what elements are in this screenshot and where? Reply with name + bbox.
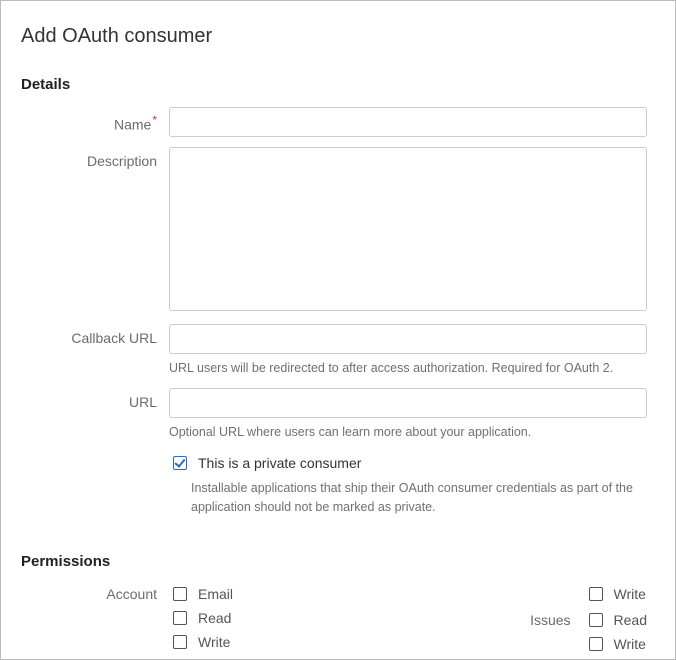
perm-label-email: Email xyxy=(198,586,233,602)
perm-col-right: Write Issues Read Write xyxy=(511,584,647,654)
checkbox-account-write[interactable] xyxy=(173,635,187,649)
help-url: Optional URL where users can learn more … xyxy=(169,424,647,442)
perm-account-read[interactable]: Read xyxy=(169,608,233,628)
row-url: URL Optional URL where users can learn m… xyxy=(21,388,647,442)
label-col-top-spacer xyxy=(511,584,571,602)
private-label: This is a private consumer xyxy=(198,455,361,471)
required-asterisk: * xyxy=(152,113,157,127)
help-private: Installable applications that ship their… xyxy=(191,479,647,517)
row-description: Description xyxy=(21,147,647,314)
perm-col-account: Email Read Write xyxy=(169,584,481,654)
label-description: Description xyxy=(21,147,169,169)
row-callback: Callback URL URL users will be redirecte… xyxy=(21,324,647,378)
help-callback: URL users will be redirected to after ac… xyxy=(169,360,647,378)
section-details: Details xyxy=(21,76,647,93)
checkbox-account-email[interactable] xyxy=(173,587,187,601)
name-input[interactable] xyxy=(169,107,647,137)
perm-top-write[interactable]: Write xyxy=(585,584,646,604)
checkbox-top-write[interactable] xyxy=(589,587,603,601)
callback-input[interactable] xyxy=(169,324,647,354)
section-permissions: Permissions xyxy=(21,553,647,570)
perm-label-issues-write: Write xyxy=(614,636,646,652)
private-checkbox[interactable] xyxy=(173,456,187,470)
row-name: Name* xyxy=(21,107,647,137)
label-account: Account xyxy=(21,584,169,654)
label-issues: Issues xyxy=(511,610,571,628)
perm-col-issues: Issues Read Write xyxy=(511,610,647,654)
description-input[interactable] xyxy=(169,147,647,311)
label-url: URL xyxy=(21,388,169,410)
label-name-text: Name xyxy=(114,117,151,133)
label-private-spacer xyxy=(21,451,169,457)
perm-account-write[interactable]: Write xyxy=(169,632,233,652)
label-callback: Callback URL xyxy=(21,324,169,346)
permissions-block: Account Email Read Write xyxy=(21,584,647,654)
perm-label-read: Read xyxy=(198,610,231,626)
label-name: Name* xyxy=(21,107,169,133)
perm-label-top-write: Write xyxy=(614,586,646,602)
perm-label-write: Write xyxy=(198,634,230,650)
perm-issues-read[interactable]: Read xyxy=(585,610,647,630)
checkbox-issues-read[interactable] xyxy=(589,613,603,627)
perm-issues-write[interactable]: Write xyxy=(585,634,647,654)
oauth-consumer-form: Add OAuth consumer Details Name* Descrip… xyxy=(0,0,676,660)
checkbox-issues-write[interactable] xyxy=(589,637,603,651)
perm-col-top: Write xyxy=(511,584,647,604)
row-private: This is a private consumer Installable a… xyxy=(21,451,647,517)
page-title: Add OAuth consumer xyxy=(21,25,647,48)
perm-account-email[interactable]: Email xyxy=(169,584,233,604)
url-input[interactable] xyxy=(169,388,647,418)
perm-label-issues-read: Read xyxy=(614,612,647,628)
checkbox-account-read[interactable] xyxy=(173,611,187,625)
